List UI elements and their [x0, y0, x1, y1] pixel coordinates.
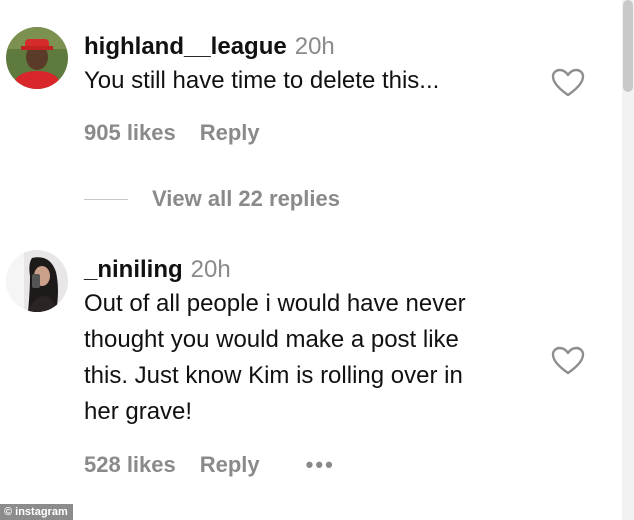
- scrollbar[interactable]: [622, 0, 634, 520]
- timestamp: 20h: [190, 256, 231, 283]
- comment-text: Out of all people i would have never tho…: [84, 286, 466, 430]
- like-count[interactable]: 528 likes: [84, 452, 176, 478]
- avatar[interactable]: [6, 27, 68, 89]
- avatar[interactable]: [6, 250, 68, 312]
- username[interactable]: highland__league: [84, 33, 287, 60]
- heart-icon[interactable]: [551, 346, 585, 376]
- username[interactable]: _niniling: [84, 256, 183, 283]
- comment-line: thought you would make a post like: [84, 326, 459, 353]
- comment-meta: 905 likes Reply: [84, 120, 260, 146]
- reply-button[interactable]: Reply: [200, 452, 260, 478]
- reply-button[interactable]: Reply: [200, 120, 260, 146]
- view-replies-label: View all 22 replies: [152, 186, 340, 211]
- comment-text: You still have time to delete this...: [84, 63, 439, 99]
- view-replies-button[interactable]: View all 22 replies: [84, 186, 340, 212]
- comment-line: You still have time to delete this...: [84, 67, 440, 94]
- like-count[interactable]: 905 likes: [84, 120, 176, 146]
- comment-meta: 528 likes Reply •••: [84, 452, 335, 478]
- watermark: © instagram: [0, 504, 73, 520]
- comment-header: highland__league 20h: [84, 33, 335, 61]
- divider: [84, 198, 128, 200]
- comment-line: this. Just know Kim is rolling over in: [84, 362, 463, 389]
- more-options-icon[interactable]: •••: [306, 452, 335, 478]
- comment-header: _niniling 20h: [84, 256, 231, 284]
- heart-icon[interactable]: [551, 68, 585, 98]
- scrollbar-thumb[interactable]: [623, 0, 633, 92]
- comment-line: her grave!: [84, 398, 193, 425]
- timestamp: 20h: [294, 33, 335, 60]
- comment-line: Out of all people i would have never: [84, 290, 466, 317]
